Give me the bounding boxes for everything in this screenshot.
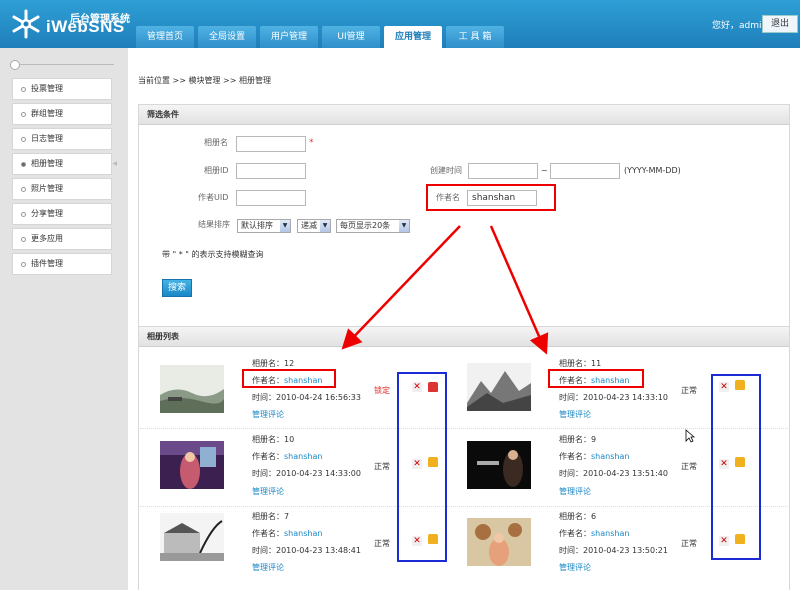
sidebar-item-more-apps[interactable]: 更多应用 xyxy=(12,228,112,250)
album-thumbnail-10[interactable] xyxy=(160,441,224,489)
sort-field-select[interactable]: 默认排序 ▼ xyxy=(237,219,291,233)
album-time: 时间：2010-04-23 14:33:10 xyxy=(559,393,668,402)
album-thumbnail-11[interactable] xyxy=(467,363,531,411)
welcome-text: 您好，admin xyxy=(712,21,768,31)
manage-comments-link[interactable]: 管理评论 xyxy=(252,409,284,421)
manage-comments-link[interactable]: 管理评论 xyxy=(559,409,591,421)
status-badge: 锁定 xyxy=(374,386,390,395)
sidebar: 投票管理 群组管理 日志管理 相册管理 照片管理 分享管理 更多应用 插件管理 xyxy=(12,78,117,278)
manage-comments-link[interactable]: 管理评论 xyxy=(559,486,591,498)
create-time-end-input[interactable] xyxy=(550,163,620,179)
author-link[interactable]: shanshan xyxy=(284,529,322,538)
album-thumbnail-12[interactable] xyxy=(160,365,224,413)
sort-field-value: 默认排序 xyxy=(241,221,273,230)
album-name: 相册名：7 xyxy=(252,512,290,521)
album-time: 时间：2010-04-23 14:33:00 xyxy=(252,469,361,478)
status-badge: 正常 xyxy=(374,462,390,471)
sidebar-item-votes[interactable]: 投票管理 xyxy=(12,78,112,100)
album-time: 时间：2010-04-24 16:56:33 xyxy=(252,393,361,402)
album-author: 作者名：shanshan xyxy=(559,529,630,538)
status-badge: 正常 xyxy=(681,386,697,395)
manage-comments-link[interactable]: 管理评论 xyxy=(252,562,284,574)
album-author: 作者名：shanshan xyxy=(559,452,630,461)
status-badge: 正常 xyxy=(681,462,697,471)
annotation-author-filter-box xyxy=(426,184,556,211)
sidebar-item-albums[interactable]: 相册管理 xyxy=(12,153,117,175)
album-name: 相册名：6 xyxy=(559,512,597,521)
annotation-actions-box xyxy=(397,372,447,562)
album-list-panel: 相册列表 xyxy=(138,326,790,590)
author-link[interactable]: shanshan xyxy=(284,452,322,461)
sidebar-item-photos[interactable]: 照片管理 xyxy=(12,178,112,200)
brand-name: iWebSNS xyxy=(46,17,125,36)
author-link[interactable]: shanshan xyxy=(591,529,629,538)
row-divider xyxy=(140,506,788,507)
chevron-down-icon: ▼ xyxy=(399,220,409,232)
album-thumbnail-9[interactable] xyxy=(467,441,531,489)
chevron-down-icon: ▼ xyxy=(320,220,330,232)
album-author: 作者名：shanshan xyxy=(252,452,323,461)
author-uid-label: 作者UID xyxy=(198,193,229,202)
annotation-author-box xyxy=(548,369,644,388)
album-time: 时间：2010-04-23 13:50:21 xyxy=(559,546,668,555)
search-button[interactable]: 搜索 xyxy=(162,279,192,297)
album-time: 时间：2010-04-23 13:51:40 xyxy=(559,469,668,478)
breadcrumb: 当前位置 >> 模块管理 >> 相册管理 xyxy=(138,76,271,85)
required-mark: * xyxy=(309,138,314,148)
sort-order-value: 递减 xyxy=(301,221,317,230)
top-header: 后台管理系统 iWebSNS 管理首页 全局设置 用户管理 UI管理 应用管理 … xyxy=(0,0,800,48)
album-time: 时间：2010-04-23 13:48:41 xyxy=(252,546,361,555)
album-name: 相册名：10 xyxy=(252,435,295,444)
album-thumbnail-7[interactable] xyxy=(160,513,224,561)
tab-home[interactable]: 管理首页 xyxy=(136,26,194,48)
manage-comments-link[interactable]: 管理评论 xyxy=(252,486,284,498)
date-format-hint: (YYYY-MM-DD) xyxy=(624,166,681,175)
status-badge: 正常 xyxy=(374,539,390,548)
sort-order-select[interactable]: 递减 ▼ xyxy=(297,219,331,233)
tab-ui-management[interactable]: UI管理 xyxy=(322,26,380,48)
tab-global-settings[interactable]: 全局设置 xyxy=(198,26,256,48)
sidebar-item-blogs[interactable]: 日志管理 xyxy=(12,128,112,150)
fuzzy-search-note: 带 " * " 的表示支持模糊查询 xyxy=(162,250,264,259)
author-link[interactable]: shanshan xyxy=(591,452,629,461)
sidebar-collapse-handle[interactable] xyxy=(10,60,114,72)
tab-app-management[interactable]: 应用管理 xyxy=(384,26,442,48)
manage-comments-link[interactable]: 管理评论 xyxy=(559,562,591,574)
sidebar-item-plugins[interactable]: 插件管理 xyxy=(12,253,112,275)
status-badge: 正常 xyxy=(681,539,697,548)
album-name-label: 相册名 xyxy=(204,138,228,147)
tab-user-management[interactable]: 用户管理 xyxy=(260,26,318,48)
annotation-author-box xyxy=(242,369,336,388)
album-name-input[interactable] xyxy=(236,136,306,152)
logout-button[interactable]: 退出 xyxy=(762,15,798,33)
author-uid-input[interactable] xyxy=(236,190,306,206)
date-range-separator: ~ xyxy=(541,166,548,175)
album-id-label: 相册ID xyxy=(204,166,229,175)
create-time-label: 创建时间 xyxy=(430,166,462,175)
snowflake-logo-icon xyxy=(12,9,40,39)
album-name: 相册名：9 xyxy=(559,435,597,444)
album-thumbnail-6[interactable] xyxy=(467,518,531,566)
create-time-start-input[interactable] xyxy=(468,163,538,179)
main-nav: 管理首页 全局设置 用户管理 UI管理 应用管理 工 具 箱 xyxy=(136,26,504,48)
page-size-value: 每页显示20条 xyxy=(340,221,391,230)
mouse-cursor-icon xyxy=(685,429,695,443)
album-list-title: 相册列表 xyxy=(139,327,789,347)
sort-label: 结果排序 xyxy=(198,220,230,229)
annotation-actions-box xyxy=(711,374,761,560)
album-author: 作者名：shanshan xyxy=(252,529,323,538)
chevron-down-icon: ▼ xyxy=(280,220,290,232)
sidebar-item-groups[interactable]: 群组管理 xyxy=(12,103,112,125)
album-id-input[interactable] xyxy=(236,163,306,179)
tab-toolbox[interactable]: 工 具 箱 xyxy=(446,26,504,48)
filter-panel-title: 筛选条件 xyxy=(139,105,789,125)
sidebar-item-shares[interactable]: 分享管理 xyxy=(12,203,112,225)
page-size-select[interactable]: 每页显示20条 ▼ xyxy=(336,219,410,233)
